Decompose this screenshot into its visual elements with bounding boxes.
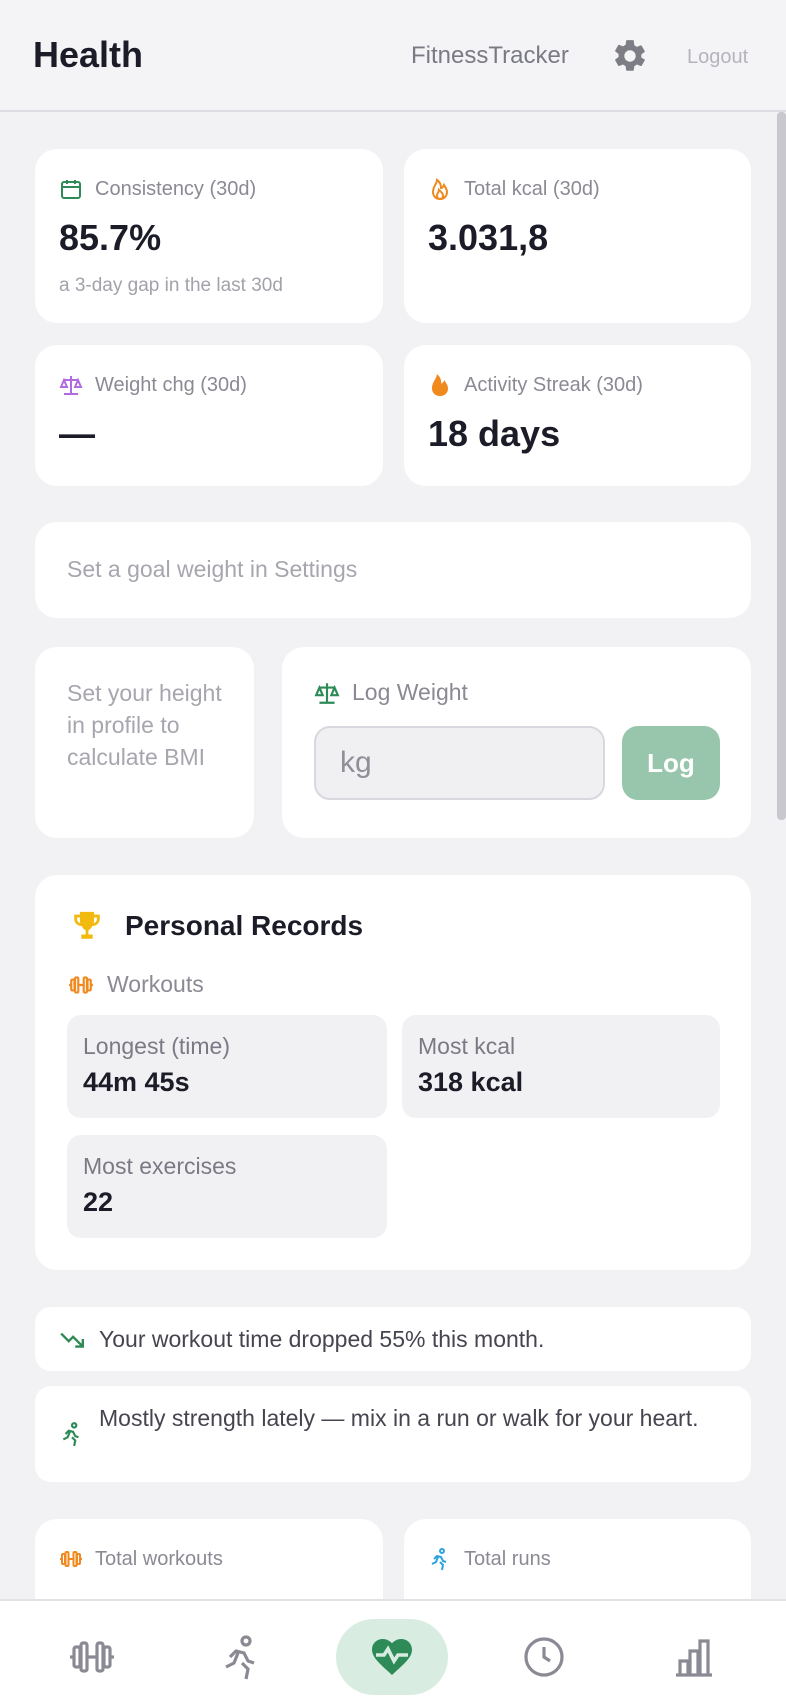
nav-runs[interactable] xyxy=(186,1619,298,1695)
record-label: Most kcal xyxy=(418,1033,516,1059)
insight-item: Mostly strength lately — mix in a run or… xyxy=(35,1386,751,1482)
record-item: Most kcal 318 kcal xyxy=(402,1015,720,1118)
bottom-nav xyxy=(0,1599,786,1704)
goal-weight-hint: Set a goal weight in Settings xyxy=(67,556,358,582)
flame-icon xyxy=(431,178,449,201)
nav-health[interactable] xyxy=(336,1619,448,1695)
scale-icon xyxy=(314,682,340,704)
scale-icon xyxy=(59,376,83,395)
page-title: Health xyxy=(33,34,144,75)
dumbbell-icon xyxy=(70,1641,114,1673)
insight-text: Mostly strength lately — mix in a run or… xyxy=(99,1405,699,1431)
nav-workouts[interactable] xyxy=(36,1619,148,1695)
runner-icon xyxy=(62,1422,79,1447)
personal-records-card: Personal Records Workouts Longest (time)… xyxy=(35,875,751,1270)
consistency-card: Consistency (30d) 85.7% a 3-day gap in t… xyxy=(35,149,383,323)
clock-icon xyxy=(524,1637,564,1677)
streak-value: 18 days xyxy=(428,413,561,454)
total-workouts-label: Total workouts xyxy=(95,1547,223,1570)
bmi-hint: Set your height in profile to calculate … xyxy=(67,680,222,770)
records-category: Workouts xyxy=(107,971,204,997)
nav-stats[interactable] xyxy=(638,1619,750,1695)
record-value: 22 xyxy=(83,1187,114,1217)
log-weight-label: Log Weight xyxy=(352,679,468,705)
nav-history[interactable] xyxy=(488,1619,600,1695)
trending-down-icon xyxy=(60,1332,85,1348)
heart-pulse-icon xyxy=(372,1639,412,1675)
weight-change-card: Weight chg (30d) — xyxy=(35,345,383,486)
record-item: Most exercises 22 xyxy=(67,1135,387,1238)
log-weight-button[interactable]: Log xyxy=(622,726,720,800)
record-value: 318 kcal xyxy=(418,1067,524,1097)
bar-chart-icon xyxy=(676,1639,712,1677)
trophy-icon xyxy=(74,911,100,939)
goal-weight-card[interactable]: Set a goal weight in Settings xyxy=(35,522,751,618)
consistency-value: 85.7% xyxy=(59,217,162,258)
record-label: Longest (time) xyxy=(83,1033,231,1059)
brand-name[interactable]: FitnessTracker xyxy=(411,42,569,70)
insight-item: Your workout time dropped 55% this month… xyxy=(35,1307,751,1371)
total-runs-label: Total runs xyxy=(464,1547,551,1570)
dumbbell-icon xyxy=(60,1551,82,1567)
streak-label: Activity Streak (30d) xyxy=(464,373,643,396)
runner-icon xyxy=(431,1548,447,1571)
weight-change-value: — xyxy=(59,413,95,454)
weight-change-label: Weight chg (30d) xyxy=(95,373,247,396)
runner-icon xyxy=(225,1635,255,1680)
record-item: Longest (time) 44m 45s xyxy=(67,1015,387,1118)
record-label: Most exercises xyxy=(83,1153,237,1179)
insight-text: Your workout time dropped 55% this month… xyxy=(99,1326,545,1352)
fire-icon xyxy=(432,374,448,396)
personal-records-title: Personal Records xyxy=(125,910,364,941)
scrollbar[interactable] xyxy=(777,112,786,820)
dumbbell-icon xyxy=(69,975,93,994)
streak-card: Activity Streak (30d) 18 days xyxy=(404,345,751,486)
kcal-card: Total kcal (30d) 3.031,8 xyxy=(404,149,751,323)
log-weight-card: Log Weight Log xyxy=(282,647,751,838)
kcal-label: Total kcal (30d) xyxy=(464,177,600,200)
logout-link[interactable]: Logout xyxy=(687,46,748,69)
consistency-note: a 3-day gap in the last 30d xyxy=(59,275,283,296)
calendar-icon xyxy=(61,180,81,199)
bmi-card: Set your height in profile to calculate … xyxy=(35,647,254,838)
record-value: 44m 45s xyxy=(83,1067,190,1097)
gear-icon[interactable] xyxy=(611,37,649,75)
kcal-value: 3.031,8 xyxy=(428,217,549,258)
app-header: Health FitnessTracker Logout xyxy=(0,0,786,112)
weight-input[interactable] xyxy=(314,726,605,800)
consistency-label: Consistency (30d) xyxy=(95,177,257,200)
